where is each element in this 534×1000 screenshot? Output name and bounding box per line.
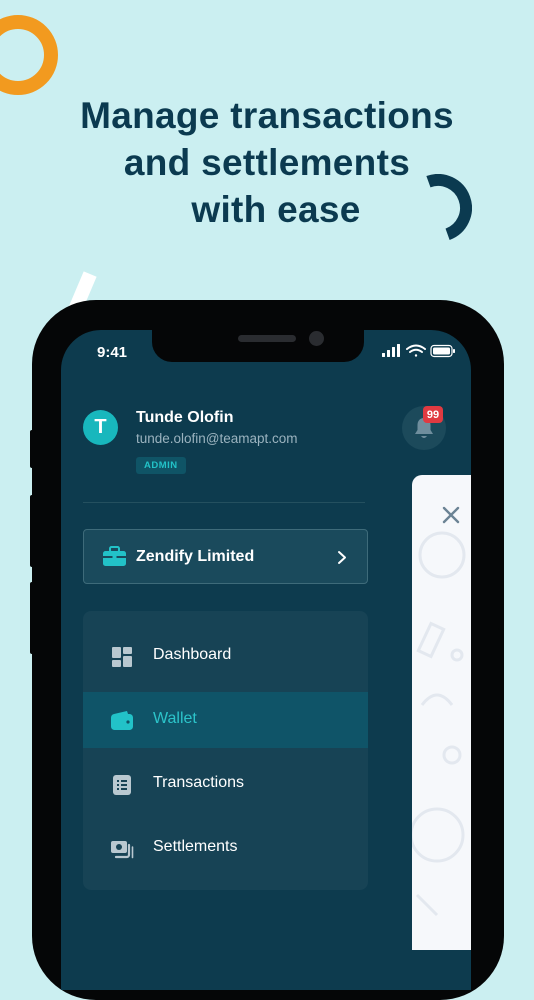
organization-name: Zendify Limited [136,548,255,565]
headline: Manage transactions and settlements with… [0,92,534,233]
wallet-icon [111,711,133,730]
user-email: tunde.olofin@teamapt.com [136,431,298,446]
orange-ring-decoration [0,15,58,95]
menu-item-dashboard[interactable]: Dashboard [83,628,368,684]
close-icon[interactable] [441,505,461,525]
role-badge: ADMIN [136,457,186,474]
avatar[interactable]: T [83,410,118,445]
menu-item-wallet[interactable]: Wallet [83,692,368,748]
menu-label-settlements: Settlements [153,838,238,855]
organization-selector[interactable]: Zendify Limited [83,529,368,584]
navigation-menu: Dashboard Wallet Transactions Settlement… [83,611,368,890]
divider [83,502,365,503]
status-time: 9:41 [97,344,128,361]
transactions-icon [113,775,131,795]
headline-line-1: Manage transactions [80,95,454,136]
phone-speaker [238,335,296,342]
headline-line-3: with ease [191,189,361,230]
user-name: Tunde Olofin [136,409,234,426]
signal-icon [382,344,400,357]
phone-volume-down [30,582,36,654]
phone-camera [309,331,324,346]
menu-item-transactions[interactable]: Transactions [83,756,368,812]
briefcase-icon [103,546,126,566]
status-icons [382,344,456,358]
wifi-icon [406,344,426,357]
dashboard-icon [112,647,132,667]
phone-power-button [498,520,504,630]
phone-volume-up [30,495,36,567]
content-panel [412,475,471,950]
notification-count-badge: 99 [423,406,443,423]
settlements-icon [111,841,134,859]
menu-label-dashboard: Dashboard [153,646,232,663]
headline-line-2: and settlements [123,142,411,183]
battery-icon [430,344,455,358]
phone-mute-switch [30,430,36,468]
chevron-right-icon [338,551,346,564]
panel-pattern [412,531,466,917]
menu-item-settlements[interactable]: Settlements [83,820,368,876]
menu-label-wallet: Wallet [153,710,197,727]
menu-label-transactions: Transactions [153,774,244,791]
